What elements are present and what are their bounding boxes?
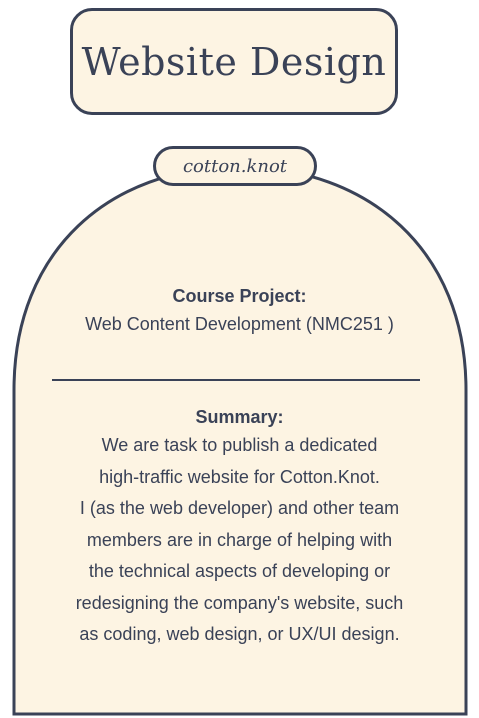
section-divider xyxy=(52,379,420,381)
summary-line: high-traffic website for Cotton.Knot. xyxy=(99,466,380,487)
brand-pill: cotton.knot xyxy=(153,146,317,186)
summary-line: as coding, web design, or UX/UI design. xyxy=(79,624,400,644)
summary-line: I (as the web developer) and other team xyxy=(79,498,400,518)
project-heading: Course Project: xyxy=(172,286,307,306)
summary-line: members are in charge of helping with xyxy=(86,529,393,550)
summary-heading: Summary: xyxy=(195,407,284,427)
summary-line: redesigning the company's website, such xyxy=(75,592,404,613)
brand-label: cotton.knot xyxy=(182,155,288,177)
page-title: Website Design xyxy=(81,39,387,84)
course-name: Web Content Development (NMC251 ) xyxy=(85,314,394,334)
summary-section: Summary: We are task to publish a dedica… xyxy=(30,404,449,651)
summary-line: We are task to publish a dedicated xyxy=(101,435,378,455)
summary-line: the technical aspects of developing or xyxy=(88,561,391,581)
project-section: Course Project: Web Content Development … xyxy=(30,283,449,341)
title-card: Website Design xyxy=(70,8,398,115)
